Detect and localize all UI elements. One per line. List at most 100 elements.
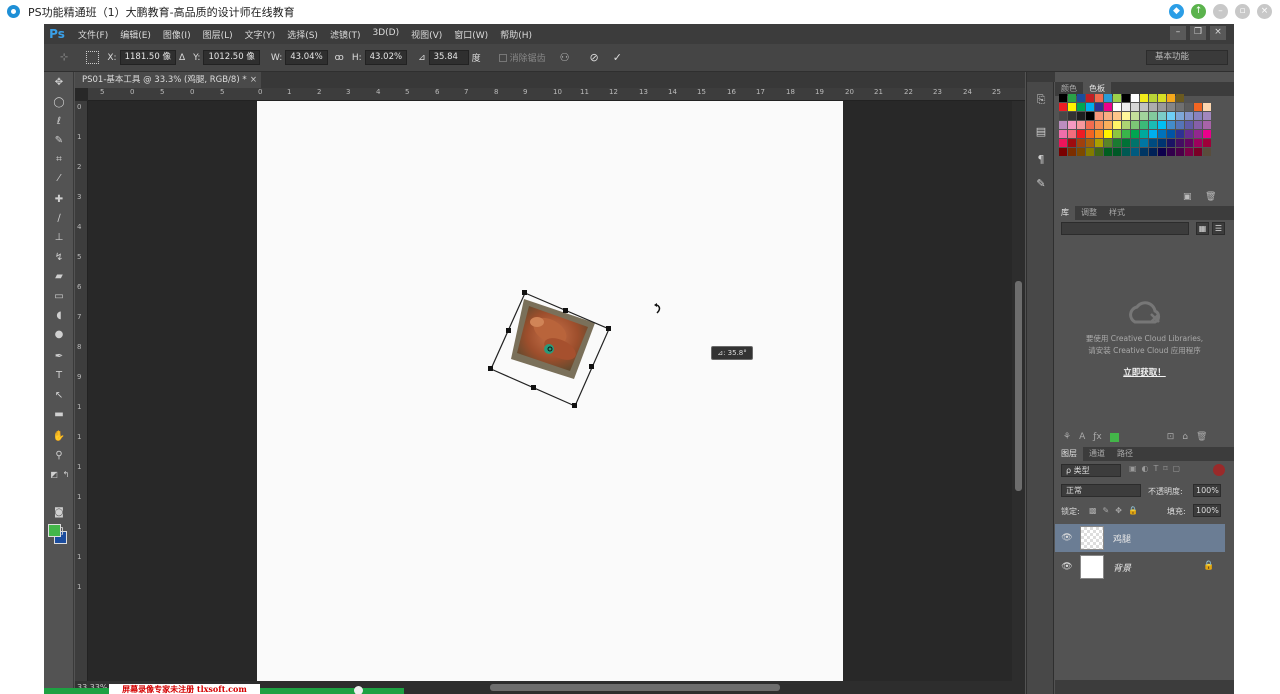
library-select[interactable] [1061,222,1189,235]
opacity-field[interactable]: 100% [1193,484,1221,497]
quick-select-tool-icon[interactable]: ✎ [51,134,67,148]
app-restore-icon[interactable]: ❐ [1190,26,1206,40]
layer-name[interactable]: 鸡腿 [1113,532,1131,545]
warp-icon[interactable]: ⚇ [560,51,570,64]
tab-styles[interactable]: 样式 [1103,206,1131,220]
shape-tool-icon[interactable]: ▬ [51,408,67,422]
library-delete-icon[interactable]: 🗑 [1196,432,1207,442]
blur-tool-icon[interactable]: ◖ [51,309,67,323]
interp-checkbox[interactable] [498,53,507,62]
path-select-tool-icon[interactable]: ↖ [51,389,67,403]
stamp-tool-icon[interactable]: ⊥ [51,231,67,245]
layer-row[interactable]: 👁 鸡腿 [1055,524,1225,552]
menu-3d[interactable]: 3D(D) [372,28,399,41]
document-close-icon[interactable]: × [250,72,257,88]
menu-type[interactable]: 文字(Y) [245,28,276,41]
crop-tool-icon[interactable]: ⌗ [51,153,67,167]
document-canvas[interactable] [257,101,843,681]
tab-layers[interactable]: 图层 [1055,447,1083,461]
tab-paths[interactable]: 路径 [1111,447,1139,461]
layer-row[interactable]: 👁 背景 🔒 [1055,553,1225,581]
menu-file[interactable]: 文件(F) [78,28,108,41]
tab-adjustments[interactable]: 调整 [1075,206,1103,220]
pen-tool-icon[interactable]: ✒ [51,350,67,364]
brush-panel-icon[interactable]: ✎ [1033,176,1049,192]
restore-icon[interactable]: ▫ [1235,4,1250,19]
video-progress-knob[interactable] [354,686,363,694]
fill-field[interactable]: 100% [1193,504,1221,517]
dodge-tool-icon[interactable]: ● [51,328,67,342]
layer-name[interactable]: 背景 [1113,561,1131,574]
tab-channels[interactable]: 通道 [1083,447,1111,461]
visibility-eye-icon[interactable]: 👁 [1061,561,1073,573]
menu-filter[interactable]: 滤镜(T) [330,28,361,41]
menu-help[interactable]: 帮助(H) [500,28,532,41]
paragraph-panel-icon[interactable]: ¶ [1033,152,1049,168]
grid-view-icon[interactable]: ▦ [1196,222,1209,235]
foreground-color-swatch[interactable] [48,524,61,537]
eyedropper-tool-icon[interactable]: ⁄ [51,172,67,186]
menu-view[interactable]: 视图(V) [411,28,442,41]
workspace-select[interactable]: 基本功能 [1146,50,1228,65]
list-view-icon[interactable]: ☰ [1212,222,1225,235]
menu-image[interactable]: 图像(I) [163,28,191,41]
visibility-eye-icon[interactable]: 👁 [1061,532,1073,544]
filter-toggle-icon[interactable] [1213,464,1225,476]
zoom-tool-icon[interactable]: ⚲ [51,449,67,463]
h-field[interactable]: 43.02% [364,50,408,65]
menu-edit[interactable]: 编辑(E) [120,28,151,41]
marquee-tool-icon[interactable]: ◯ [51,96,67,110]
blend-mode-select[interactable]: 正常 [1061,484,1141,497]
cc-storage-icon[interactable]: ⊡ [1167,432,1175,442]
add-graphic-icon[interactable]: ⚘ [1063,432,1071,442]
history-panel-icon[interactable]: ⎘ [1033,92,1049,108]
tab-library[interactable]: 库 [1055,206,1075,220]
eraser-tool-icon[interactable]: ▰ [51,270,67,284]
add-color-icon[interactable] [1109,432,1119,442]
document-tab[interactable]: PS01-基本工具 @ 33.3% (鸡腿, RGB/8) * × [75,72,261,88]
vertical-scroll-thumb[interactable] [1015,281,1022,491]
menu-select[interactable]: 选择(S) [287,28,318,41]
swap-colors-icon[interactable]: ↰ [58,468,74,482]
upload-icon[interactable]: ↑ [1191,4,1206,19]
minimize-icon[interactable]: – [1213,4,1228,19]
delta-icon[interactable]: Δ [179,53,185,63]
commit-transform-icon[interactable]: ✓ [613,51,622,64]
lasso-tool-icon[interactable]: ℓ [51,115,67,129]
app-minimize-icon[interactable]: – [1170,26,1186,40]
type-tool-icon[interactable]: T [51,369,67,383]
move-tool-icon[interactable]: ✥ [51,76,67,90]
add-text-icon[interactable]: A [1079,432,1085,442]
menu-window[interactable]: 窗口(W) [454,28,488,41]
reference-point-icon[interactable] [86,51,100,64]
new-swatch-icon[interactable]: ▣ [1183,192,1192,202]
hand-tool-icon[interactable]: ✋ [51,430,67,444]
close-icon[interactable]: × [1257,4,1272,19]
properties-panel-icon[interactable]: ▤ [1033,124,1049,140]
menu-layer[interactable]: 图层(L) [203,28,233,41]
lock-icons[interactable]: ▩✎✥🔒 [1089,506,1144,515]
transform-selection[interactable] [257,101,843,681]
swatches-grid[interactable] [1059,94,1219,157]
vertical-scrollbar[interactable] [1012,101,1025,681]
quick-mask-icon[interactable]: ◙ [51,506,67,520]
brush-tool-icon[interactable]: ∕ [51,212,67,226]
pin-icon[interactable]: ◆ [1169,4,1184,19]
delete-swatch-icon[interactable]: 🗑 [1205,192,1216,202]
angle-field[interactable]: 35.84 [428,50,469,65]
link-icon[interactable]: ꝏ [335,53,344,63]
layer-filter-select[interactable]: ρ 类型 [1061,464,1121,477]
horizontal-scroll-thumb[interactable] [490,684,780,691]
y-field[interactable]: 1012.50 像 [203,50,260,65]
cancel-transform-icon[interactable]: ⊘ [590,51,599,64]
app-close-icon[interactable]: × [1210,26,1226,40]
get-cc-link[interactable]: 立即获取！ [1055,366,1234,378]
library-settings-icon[interactable]: ⌂ [1182,432,1188,442]
gradient-tool-icon[interactable]: ▭ [51,290,67,304]
history-brush-tool-icon[interactable]: ↯ [51,251,67,265]
w-field[interactable]: 43.04% [285,50,328,65]
layer-filter-icons[interactable]: ▣◐T⌑▢ [1129,464,1185,473]
x-field[interactable]: 1181.50 像 [119,50,176,65]
healing-brush-tool-icon[interactable]: ✚ [51,193,67,207]
add-fx-icon[interactable]: ƒx [1093,432,1102,442]
